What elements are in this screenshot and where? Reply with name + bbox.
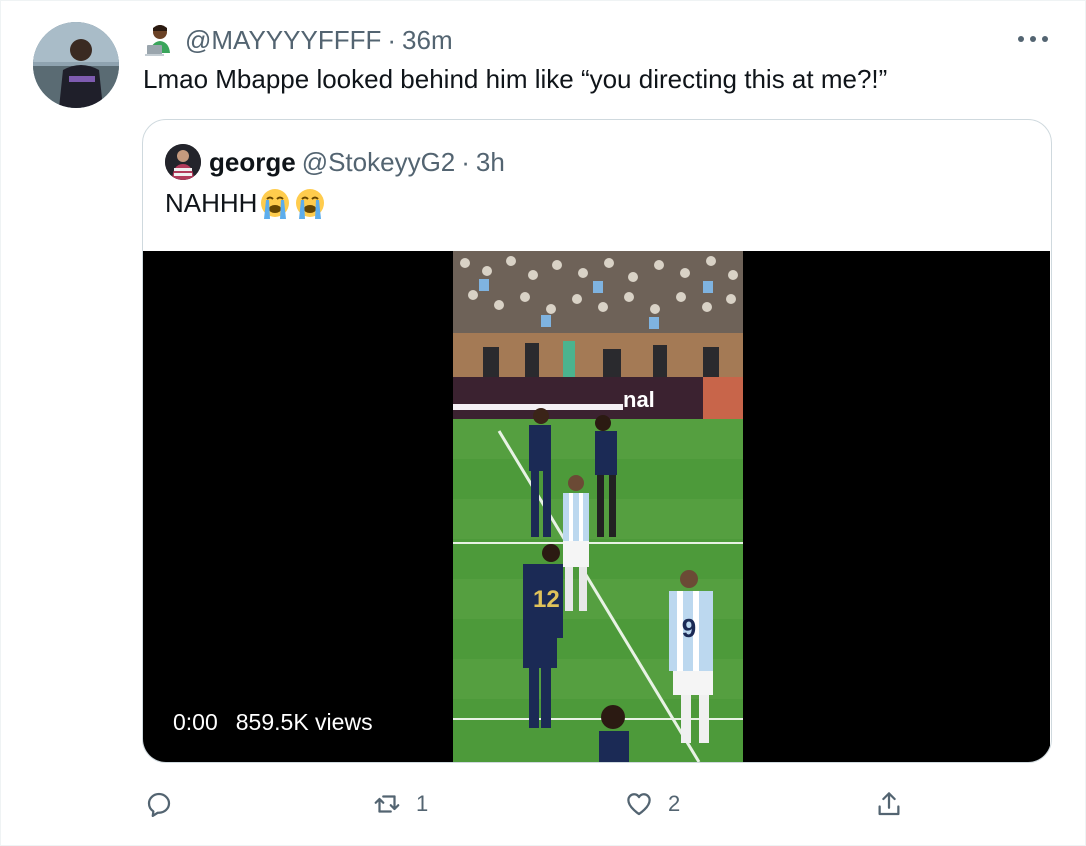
tweet-header: @MAYYYYFFFF · 36m [143, 24, 453, 56]
separator-dot: · [461, 146, 470, 177]
video-player[interactable]: nal 12 9 0:00 859.5K views [143, 251, 1050, 762]
share-button[interactable] [874, 784, 918, 824]
quoted-tweet[interactable]: george @StokeyyG2 · 3h NAHHH nal 12 9 0:… [142, 119, 1052, 763]
tweet-text: Lmao Mbappe looked behind him like “you … [143, 64, 888, 94]
reply-icon [147, 792, 171, 817]
jersey-number: 9 [682, 613, 696, 643]
tweet-time[interactable]: 36m [402, 25, 453, 56]
loudly-crying-face-icon [293, 186, 327, 220]
tweet-actions: 1 2 [142, 784, 922, 824]
video-views: 859.5K views [235, 709, 373, 735]
quoted-tweet-text: NAHHH [165, 187, 258, 218]
retweet-button[interactable]: 1 [372, 784, 428, 824]
quoted-author-name[interactable]: george [209, 147, 296, 178]
video-timestamp: 0:00 [173, 709, 218, 735]
quoted-tweet-text-row: NAHHH [165, 186, 327, 220]
technologist-emoji-icon [143, 23, 177, 57]
retweet-icon [374, 795, 400, 813]
quoted-author-handle[interactable]: @StokeyyG2 [302, 147, 456, 178]
jersey-number: 12 [533, 586, 560, 613]
like-count: 2 [668, 791, 681, 816]
quoted-tweet-time[interactable]: 3h [476, 147, 505, 178]
heart-icon [627, 793, 651, 816]
share-icon [878, 792, 900, 816]
quoted-tweet-header: george @StokeyyG2 · 3h [165, 142, 505, 182]
more-horizontal-icon[interactable] [1018, 34, 1048, 44]
like-button[interactable]: 2 [624, 784, 680, 824]
reply-button[interactable] [144, 784, 188, 824]
separator-dot: · [387, 24, 397, 55]
author-avatar[interactable] [33, 22, 119, 108]
loudly-crying-face-icon [258, 186, 292, 220]
quoted-author-avatar[interactable] [165, 144, 201, 180]
author-handle[interactable]: @MAYYYYFFFF [185, 25, 381, 56]
retweet-count: 1 [416, 791, 429, 816]
banner-text: nal [623, 387, 655, 412]
video-info: 0:00 859.5K views [173, 709, 373, 736]
video-frame[interactable]: nal 12 9 [453, 251, 743, 762]
